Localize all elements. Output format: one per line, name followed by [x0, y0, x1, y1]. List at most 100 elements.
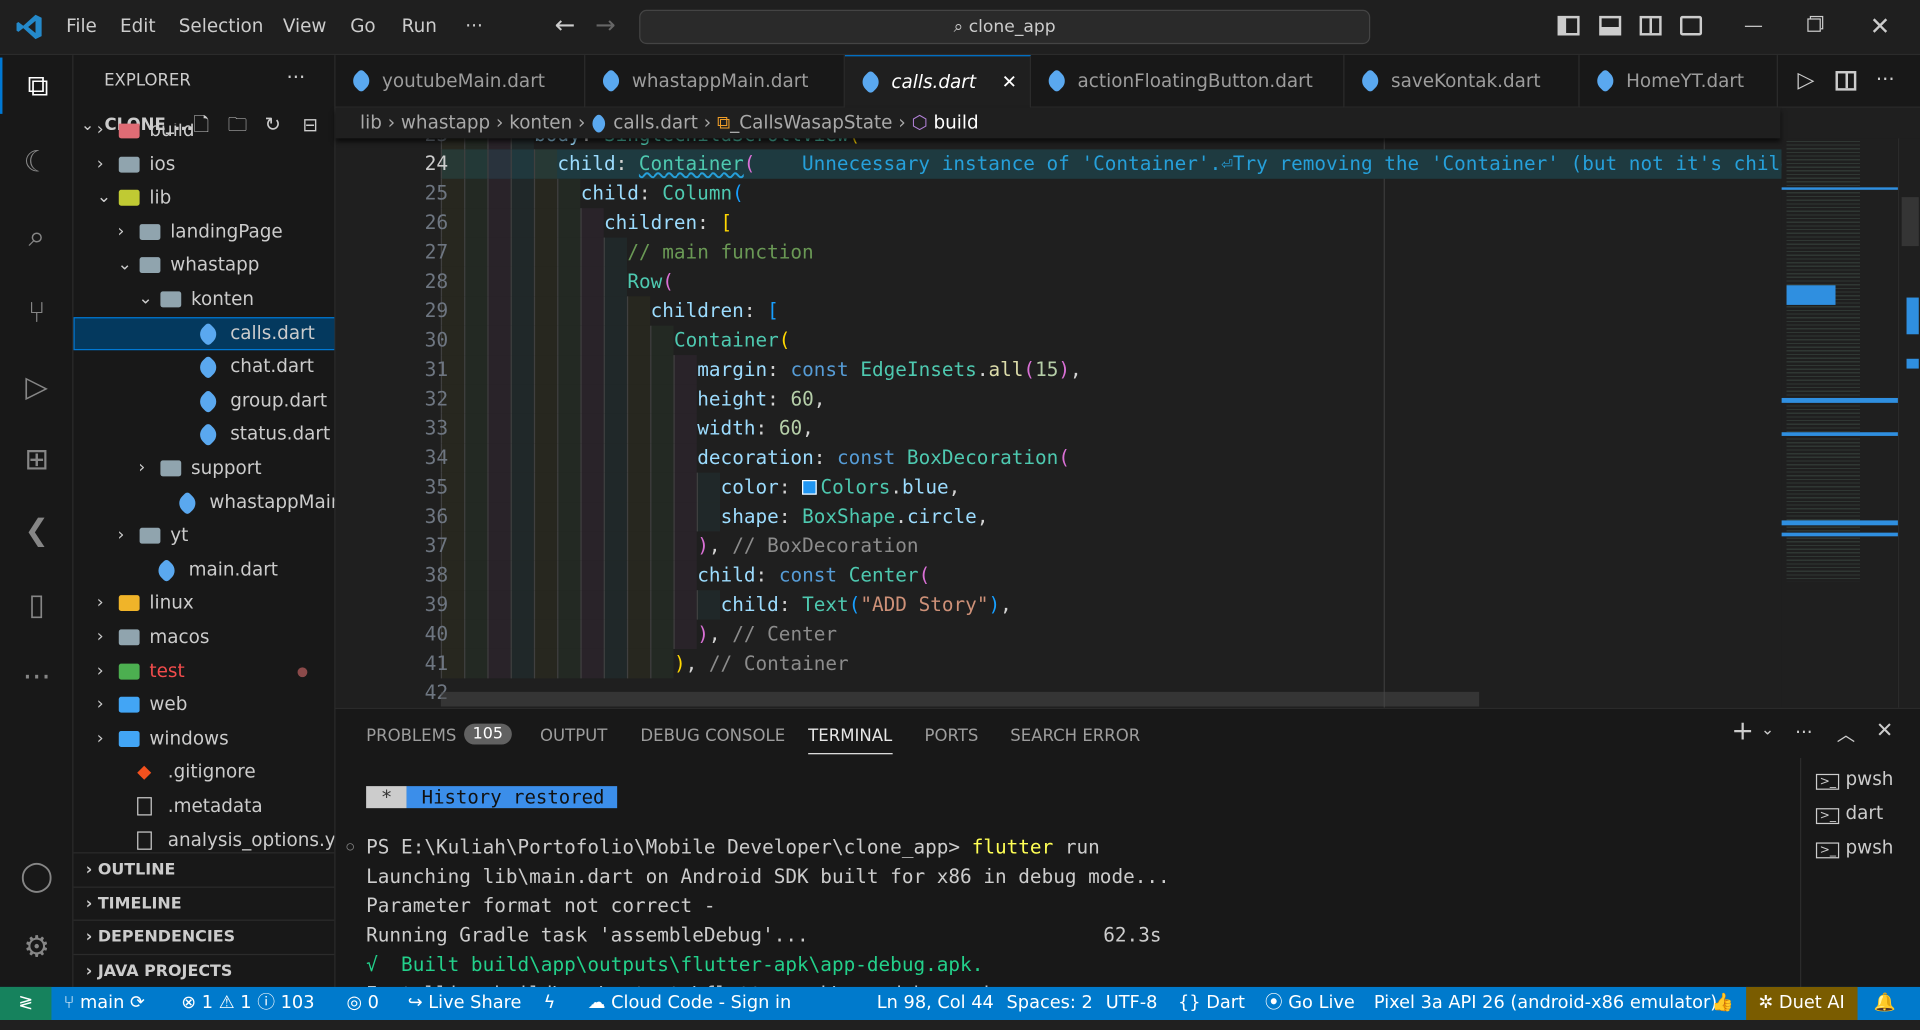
- notifications-bell-icon[interactable]: 🔔: [1873, 987, 1895, 1020]
- tab-savekontak[interactable]: saveKontak.dart: [1344, 55, 1580, 108]
- code-line[interactable]: child: const Center(: [697, 561, 930, 590]
- terminal-dropdown-icon[interactable]: ⌄: [1761, 721, 1774, 739]
- tree-item[interactable]: status.dart: [73, 418, 334, 451]
- go-live-button[interactable]: ⦿ Go Live: [1265, 987, 1355, 1020]
- terminal-list-item[interactable]: >_ pwsh: [1815, 836, 1893, 859]
- tree-item[interactable]: › windows: [73, 722, 334, 755]
- tree-item[interactable]: › web: [73, 688, 334, 721]
- settings-icon[interactable]: ⚙: [0, 918, 73, 974]
- code-line[interactable]: children: [: [651, 296, 779, 325]
- tab-homeyt[interactable]: HomeYT.dart: [1580, 55, 1778, 108]
- tab-actionfloatingbutton[interactable]: actionFloatingButton.dart: [1031, 55, 1345, 108]
- indentation[interactable]: Spaces: 2: [1007, 987, 1093, 1020]
- code-line[interactable]: child: Container( Unnecessary instance o…: [557, 149, 1781, 178]
- breadcrumb-item[interactable]: lib: [360, 111, 382, 133]
- section-dependencies[interactable]: › DEPENDENCIES: [73, 919, 335, 954]
- code-line[interactable]: Row(: [627, 267, 674, 296]
- split-editor-icon[interactable]: [1835, 71, 1857, 91]
- terminal-list-item[interactable]: >_ pwsh: [1815, 768, 1893, 790]
- restore-icon[interactable]: [1807, 18, 1821, 32]
- editor-more-icon[interactable]: ···: [1876, 67, 1895, 90]
- tree-item[interactable]: chat.dart: [73, 350, 334, 383]
- breadcrumb-item[interactable]: build: [933, 111, 978, 133]
- tab-calls[interactable]: calls.dart ✕: [844, 55, 1032, 109]
- tree-item[interactable]: group.dart: [73, 384, 334, 417]
- menu-view[interactable]: View: [283, 15, 327, 37]
- close-window-icon[interactable]: ✕: [1870, 11, 1891, 40]
- run-debug-icon[interactable]: ▷: [0, 359, 73, 415]
- live-share-button[interactable]: ↪ Live Share: [408, 987, 522, 1020]
- accounts-icon[interactable]: ◯: [0, 847, 73, 903]
- cursor-position[interactable]: Ln 98, Col 44: [877, 987, 994, 1020]
- code-line[interactable]: margin: const EdgeInsets.all(15),: [697, 355, 1081, 384]
- tree-item[interactable]: › build: [73, 123, 334, 147]
- panel-tab-output[interactable]: OUTPUT: [540, 726, 607, 746]
- back-arrow-icon[interactable]: ←: [555, 10, 576, 39]
- duet-ai-button[interactable]: ✲ Duet AI: [1746, 986, 1858, 1021]
- menu-file[interactable]: File: [66, 15, 97, 37]
- vertical-scrollbar[interactable]: [1897, 138, 1920, 708]
- language-mode[interactable]: {} Dart: [1178, 987, 1245, 1020]
- code-line[interactable]: ), // Center: [697, 620, 837, 649]
- explorer-icon[interactable]: ⧉: [0, 57, 73, 114]
- search-icon[interactable]: ⌕: [0, 208, 73, 264]
- tree-item[interactable]: whastappMain....: [73, 486, 334, 519]
- tab-whastappmain[interactable]: whastappMain.dart: [585, 55, 845, 108]
- close-panel-icon[interactable]: ✕: [1876, 719, 1893, 743]
- code-line[interactable]: ), // Container: [674, 649, 849, 678]
- tree-item[interactable]: › test: [73, 655, 334, 688]
- code-line[interactable]: children: [: [604, 208, 732, 237]
- remote-indicator-icon[interactable]: ≷: [0, 986, 52, 1021]
- menu-selection[interactable]: Selection: [179, 15, 264, 37]
- tree-item[interactable]: › landingPage: [73, 215, 334, 248]
- panel-tab-debug-console[interactable]: DEBUG CONSOLE: [640, 726, 785, 746]
- code-line[interactable]: child: Column(: [581, 179, 744, 208]
- feedback-icon[interactable]: 👍: [1712, 987, 1734, 1020]
- code-line[interactable]: decoration: const BoxDecoration(: [697, 443, 1070, 472]
- code-line[interactable]: // main function: [627, 238, 813, 267]
- command-center-search[interactable]: ⌕ clone_app: [639, 9, 1371, 45]
- customize-layout-icon[interactable]: [1680, 15, 1703, 36]
- encoding[interactable]: UTF-8: [1106, 987, 1158, 1020]
- ports-indicator[interactable]: ◎ 0: [347, 987, 379, 1020]
- forward-arrow-icon[interactable]: →: [595, 10, 616, 39]
- menu-go[interactable]: Go: [350, 15, 375, 37]
- lightning-icon[interactable]: ϟ: [544, 987, 556, 1020]
- tree-item[interactable]: .metadata: [73, 790, 334, 823]
- flutter-icon[interactable]: ❮: [0, 502, 73, 558]
- section-timeline[interactable]: › TIMELINE: [73, 886, 335, 921]
- problems-indicator[interactable]: ⊗ 1 ⚠ 1 ⓘ 103: [181, 987, 314, 1020]
- horizontal-scrollbar[interactable]: [440, 691, 1480, 707]
- section-java-projects[interactable]: › JAVA PROJECTS: [73, 953, 335, 987]
- menu-run[interactable]: Run: [402, 15, 437, 37]
- code-line[interactable]: shape: BoxShape.circle,: [721, 502, 989, 531]
- code-line[interactable]: ), // BoxDecoration: [697, 531, 918, 560]
- tree-item[interactable]: calls.dart: [73, 316, 335, 350]
- breadcrumb-item[interactable]: whastapp: [401, 111, 490, 133]
- more-icon[interactable]: ···: [0, 649, 73, 705]
- device-selector[interactable]: Pixel 3a API 26 (android-x86 emulator): [1374, 987, 1717, 1020]
- branch-indicator[interactable]: ⑂ main ⟳: [64, 987, 145, 1020]
- code-line[interactable]: Container(: [674, 326, 790, 355]
- new-terminal-icon[interactable]: +: [1731, 716, 1754, 747]
- cloud-code-button[interactable]: ☁ Cloud Code - Sign in: [588, 987, 791, 1020]
- color-swatch-icon[interactable]: [802, 480, 817, 495]
- tree-item[interactable]: › linux: [73, 587, 334, 620]
- close-tab-icon[interactable]: ✕: [1002, 56, 1017, 109]
- device-icon[interactable]: ▯: [0, 577, 73, 633]
- toggle-panel-icon[interactable]: [1599, 15, 1622, 36]
- maximize-panel-icon[interactable]: ︿: [1837, 721, 1855, 747]
- panel-tab-problems[interactable]: PROBLEMS: [366, 726, 456, 746]
- extensions-icon[interactable]: ⊞: [0, 431, 73, 487]
- panel-tab-ports[interactable]: PORTS: [924, 726, 978, 746]
- tree-item[interactable]: › macos: [73, 621, 334, 654]
- explorer-more-button[interactable]: ···: [287, 65, 306, 88]
- minimap[interactable]: [1781, 138, 1898, 708]
- breadcrumb-item[interactable]: konten: [509, 111, 572, 133]
- panel-tab-terminal[interactable]: TERMINAL: [808, 726, 893, 755]
- run-file-icon[interactable]: ▷: [1798, 67, 1815, 93]
- toggle-secondary-sidebar-icon[interactable]: [1639, 15, 1662, 36]
- code-line[interactable]: child: Text("ADD Story"),: [721, 590, 1012, 619]
- code-editor[interactable]: 23body: SingleChildScrollView(24child: C…: [335, 107, 1782, 708]
- tab-youtubemain[interactable]: youtubeMain.dart: [336, 55, 586, 108]
